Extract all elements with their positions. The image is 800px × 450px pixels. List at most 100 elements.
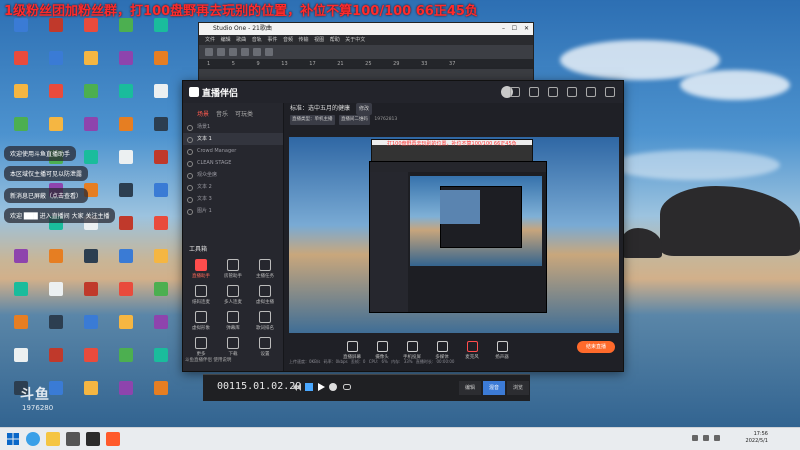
desktop-shortcut-icon[interactable] (146, 117, 176, 131)
notice-text[interactable]: 斗鱼直播伴侣 使用说明 (185, 357, 231, 363)
desktop-shortcut-icon[interactable] (111, 348, 141, 362)
close-icon[interactable] (605, 87, 615, 97)
room-qrcode[interactable]: 直播间二维码 (338, 115, 370, 125)
tab-scene[interactable]: 场景 (197, 109, 209, 121)
desktop-shortcut-icon[interactable] (41, 348, 71, 362)
stream-preview[interactable]: 打100盘野再去玩别的位置，补位不算100/100 66正45负 (289, 137, 619, 333)
scene-item[interactable]: Crowd Manager (183, 145, 283, 157)
scene-item[interactable]: 观众坐席 (183, 169, 283, 181)
eraser-tool-icon[interactable] (241, 48, 249, 56)
desktop-shortcut-icon[interactable] (41, 282, 71, 296)
tool-item[interactable]: 房管助手 (217, 259, 249, 279)
screen-capture-button[interactable]: 直播屏幕 (339, 341, 365, 360)
record-icon[interactable] (329, 383, 337, 391)
desktop-shortcut-icon[interactable] (76, 51, 106, 65)
desktop-shortcut-icon[interactable] (146, 249, 176, 263)
desktop-shortcut-icon[interactable] (76, 150, 106, 164)
scene-item[interactable]: 文本 2 (183, 181, 283, 193)
volume-icon[interactable] (703, 435, 709, 441)
scene-item[interactable]: 图片 1 (183, 205, 283, 217)
mute-tool-icon[interactable] (265, 48, 273, 56)
desktop-shortcut-icon[interactable] (111, 381, 141, 395)
phone-cast-button[interactable]: 手机投屏 (399, 341, 425, 360)
loop-icon[interactable] (343, 383, 351, 391)
desktop-shortcut-icon[interactable] (76, 315, 106, 329)
scene-item[interactable]: 文本 1 (183, 133, 283, 145)
studio-one-taskbar-icon[interactable] (86, 432, 100, 446)
eye-icon[interactable] (187, 197, 193, 203)
menu-icon[interactable] (567, 87, 577, 97)
room-type[interactable]: 直播类型：单机主播 (290, 115, 335, 125)
tool-item[interactable]: 主播任务 (249, 259, 281, 279)
desktop-shortcut-icon[interactable] (146, 216, 176, 230)
desktop-shortcut-icon[interactable] (6, 84, 36, 98)
minimize-icon[interactable]: – (502, 23, 505, 35)
tool-item[interactable]: 下载 (217, 337, 249, 357)
desktop-shortcut-icon[interactable] (146, 348, 176, 362)
desktop-shortcut-icon[interactable] (111, 315, 141, 329)
play-icon[interactable] (317, 383, 325, 391)
desktop-shortcut-icon[interactable] (6, 282, 36, 296)
desktop-shortcut-icon[interactable] (146, 84, 176, 98)
windows-start-icon[interactable] (6, 432, 20, 446)
scene-item[interactable]: CLEAN STAGE (183, 157, 283, 169)
desktop-shortcut-icon[interactable] (6, 18, 36, 32)
studio-one-window[interactable]: Studio One - 21歌曲 ✕ ☐ – 文件 编辑 歌曲 音轨 事件 音… (198, 22, 534, 84)
file-explorer-icon[interactable] (46, 432, 60, 446)
arrow-tool-icon[interactable] (205, 48, 213, 56)
eye-icon[interactable] (187, 185, 193, 191)
desktop-shortcut-icon[interactable] (41, 315, 71, 329)
desktop-shortcut-icon[interactable] (6, 117, 36, 131)
tool-item[interactable]: 弹幕库 (217, 311, 249, 331)
bell-icon[interactable] (548, 87, 558, 97)
desktop-shortcut-icon[interactable] (111, 84, 141, 98)
microphone-button[interactable]: 麦克风 (459, 341, 485, 360)
input-method-icon[interactable] (714, 435, 720, 441)
desktop-shortcut-icon[interactable] (146, 381, 176, 395)
maximize-icon[interactable]: ☐ (512, 23, 517, 35)
desktop-shortcut-icon[interactable] (146, 183, 176, 197)
edge-browser-icon[interactable] (26, 432, 40, 446)
live-companion-taskbar-icon[interactable] (106, 432, 120, 446)
media-button[interactable]: 多媒体 (429, 341, 455, 360)
eye-icon[interactable] (187, 125, 193, 131)
app-g-icon[interactable] (66, 432, 80, 446)
studio-menu-bar[interactable]: 文件 编辑 歌曲 音轨 事件 音频 传输 视图 帮助 关于中文 (199, 35, 533, 45)
tab-games[interactable]: 可玩类 (235, 109, 253, 121)
tool-item[interactable]: 设置 (249, 337, 281, 357)
split-tool-icon[interactable] (229, 48, 237, 56)
tool-item[interactable]: 更多 (185, 337, 217, 357)
eye-icon[interactable] (187, 209, 193, 215)
rewind-icon[interactable] (293, 383, 301, 391)
eye-icon[interactable] (187, 137, 193, 143)
eye-icon[interactable] (187, 173, 193, 179)
desktop-shortcut-icon[interactable] (76, 117, 106, 131)
desktop-shortcut-icon[interactable] (76, 348, 106, 362)
end-live-button[interactable]: 结束直播 (577, 341, 615, 353)
desktop-shortcut-icon[interactable] (41, 84, 71, 98)
tool-item[interactable]: 多人连麦 (217, 285, 249, 305)
desktop-shortcut-icon[interactable] (76, 18, 106, 32)
desktop-shortcut-icon[interactable] (41, 117, 71, 131)
tool-item[interactable]: 纸码连麦 (185, 285, 217, 305)
streaming-companion-window[interactable]: 直播伴侣 场景 音乐 可玩类 场景1 文本 1 Crowd Manager CL… (182, 80, 624, 372)
desktop-shortcut-icon[interactable] (76, 282, 106, 296)
desktop-shortcut-icon[interactable] (6, 51, 36, 65)
desktop-shortcut-icon[interactable] (6, 315, 36, 329)
tool-item[interactable]: 虚拟主播 (249, 285, 281, 305)
desktop-shortcut-icon[interactable] (111, 18, 141, 32)
eye-icon[interactable] (187, 161, 193, 167)
desktop-shortcut-icon[interactable] (146, 282, 176, 296)
desktop-shortcut-icon[interactable] (111, 150, 141, 164)
desktop-shortcut-icon[interactable] (41, 51, 71, 65)
tab-browse[interactable]: 浏览 (507, 381, 529, 395)
desktop-shortcut-icon[interactable] (111, 51, 141, 65)
network-icon[interactable] (692, 435, 698, 441)
tab-music[interactable]: 音乐 (216, 109, 228, 121)
desktop-shortcut-icon[interactable] (6, 348, 36, 362)
desktop-shortcut-icon[interactable] (76, 249, 106, 263)
paint-tool-icon[interactable] (253, 48, 261, 56)
gift-icon[interactable] (510, 87, 520, 97)
desktop-shortcut-icon[interactable] (146, 51, 176, 65)
message-icon[interactable] (529, 87, 539, 97)
